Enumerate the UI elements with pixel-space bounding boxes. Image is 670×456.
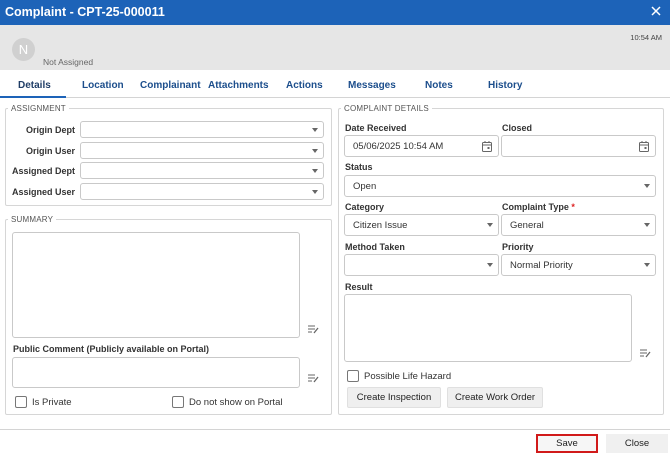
close-icon[interactable]: [649, 3, 663, 19]
create-inspection-button[interactable]: Create Inspection: [347, 387, 441, 408]
category-select[interactable]: Citizen Issue: [344, 214, 499, 236]
status-select[interactable]: Open: [344, 175, 656, 197]
tab-location[interactable]: Location: [82, 80, 124, 91]
result-label: Result: [345, 282, 373, 292]
origin-user-label: Origin User: [25, 146, 75, 156]
origin-dept-label: Origin Dept: [26, 125, 75, 135]
user-bar: N Not Assigned 10:54 AM: [0, 25, 670, 70]
close-button[interactable]: Close: [606, 434, 668, 453]
edit-text-icon[interactable]: [307, 324, 319, 334]
priority-select[interactable]: Normal Priority: [501, 254, 656, 276]
life-hazard-label: Possible Life Hazard: [364, 371, 452, 382]
priority-label: Priority: [502, 242, 534, 252]
assignee-text: Not Assigned: [43, 57, 94, 67]
is-private-checkbox[interactable]: [15, 396, 27, 408]
assignment-legend: ASSIGNMENT: [11, 104, 66, 113]
calendar-icon[interactable]: [639, 141, 649, 152]
timestamp: 10:54 AM: [630, 33, 662, 42]
complaint-details-legend: COMPLAINT DETAILS: [344, 104, 429, 113]
chevron-down-icon: [644, 223, 650, 227]
title-bar: Complaint - CPT-25-000011: [0, 0, 670, 25]
chevron-down-icon: [644, 184, 650, 188]
chevron-down-icon: [312, 127, 318, 132]
assigned-dept-label: Assigned Dept: [11, 166, 75, 176]
tab-attachments[interactable]: Attachments: [208, 80, 269, 91]
not-on-portal-checkbox[interactable]: [172, 396, 184, 408]
closed-date-input[interactable]: [501, 135, 656, 157]
summary-textarea[interactable]: [12, 232, 300, 338]
result-textarea[interactable]: [344, 294, 632, 362]
chevron-down-icon: [312, 189, 318, 194]
assigned-user-label: Assigned User: [11, 187, 75, 197]
is-private-label: Is Private: [32, 397, 72, 408]
tab-messages[interactable]: Messages: [348, 80, 396, 91]
chevron-down-icon: [312, 148, 318, 153]
tab-details[interactable]: Details: [18, 80, 51, 91]
date-received-label: Date Received: [345, 123, 407, 133]
required-asterisk: *: [571, 202, 575, 212]
window-title: Complaint - CPT-25-000011: [5, 5, 165, 19]
create-work-order-button[interactable]: Create Work Order: [447, 387, 543, 408]
assigned-user-select[interactable]: [80, 183, 324, 200]
summary-legend: SUMMARY: [11, 215, 54, 224]
tab-actions[interactable]: Actions: [286, 80, 323, 91]
chevron-down-icon: [487, 223, 493, 227]
calendar-icon[interactable]: [482, 141, 492, 152]
date-received-input[interactable]: 05/06/2025 10:54 AM: [344, 135, 499, 157]
save-button[interactable]: Save: [536, 434, 598, 453]
tab-history[interactable]: History: [488, 80, 522, 91]
tab-notes[interactable]: Notes: [425, 80, 453, 91]
active-tab-indicator: [0, 96, 66, 98]
method-taken-label: Method Taken: [345, 242, 405, 252]
origin-dept-select[interactable]: [80, 121, 324, 138]
edit-text-icon[interactable]: [639, 348, 651, 358]
tab-bar: Details Location Complainant Attachments…: [0, 70, 670, 98]
public-comment-textarea[interactable]: [12, 357, 300, 388]
complaint-type-label: Complaint Type *: [502, 202, 575, 212]
tab-complainant[interactable]: Complainant: [140, 80, 201, 91]
not-on-portal-label: Do not show on Portal: [189, 397, 283, 408]
chevron-down-icon: [487, 263, 493, 267]
category-label: Category: [345, 202, 385, 212]
status-label: Status: [345, 162, 373, 172]
complaint-type-select[interactable]: General: [501, 214, 656, 236]
chevron-down-icon: [644, 263, 650, 267]
life-hazard-checkbox[interactable]: [347, 370, 359, 382]
chevron-down-icon: [312, 168, 318, 173]
closed-label: Closed: [502, 123, 533, 133]
public-comment-label: Public Comment (Publicly available on Po…: [13, 344, 210, 354]
edit-text-icon[interactable]: [307, 373, 319, 383]
assigned-dept-select[interactable]: [80, 162, 324, 179]
origin-user-select[interactable]: [80, 142, 324, 159]
method-taken-select[interactable]: [344, 254, 499, 276]
avatar: N: [12, 38, 35, 61]
